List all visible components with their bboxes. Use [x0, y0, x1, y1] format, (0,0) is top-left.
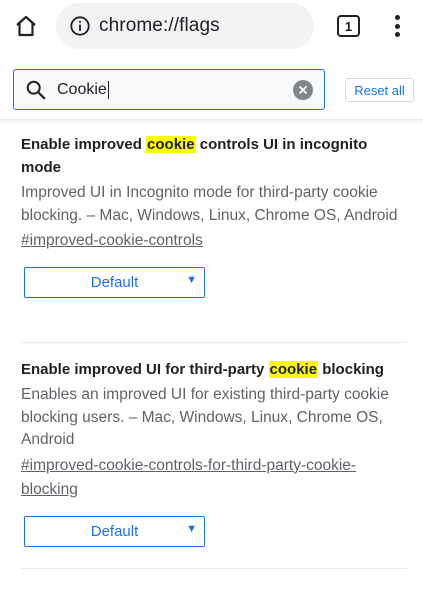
search-highlight: cookie: [268, 361, 319, 378]
experiment-permalink[interactable]: #improved-cookie-controls-for-third-part…: [21, 454, 407, 502]
home-icon: [16, 15, 36, 37]
search-query[interactable]: Cookie: [57, 80, 109, 99]
search-highlight: cookie: [146, 136, 196, 153]
select-value: Default: [90, 274, 139, 291]
text-caret: [107, 80, 109, 99]
experiment-state-select[interactable]: Default ▼: [24, 515, 205, 547]
url-text: chrome://flags: [99, 15, 220, 36]
experiment-description: Improved UI in Incognito mode for third-…: [21, 184, 398, 224]
experiment-permalink[interactable]: #improved-cookie-controls: [21, 229, 407, 253]
experiment-state-select[interactable]: Default ▼: [24, 267, 205, 298]
select-value: Default: [90, 522, 139, 540]
browser-toolbar: chrome://flags 1: [0, 0, 423, 52]
dropdown-arrow-icon: ▼: [186, 522, 197, 535]
search-icon: [26, 80, 46, 99]
search-query-text: Cookie: [57, 80, 107, 98]
close-icon: [298, 85, 308, 95]
search-input[interactable]: Cookie: [13, 69, 325, 110]
experiment-item: Enable improved cookie controls UI in in…: [21, 133, 407, 298]
info-icon[interactable]: [69, 15, 91, 37]
experiment-description: Enables an improved UI for existing thir…: [21, 386, 389, 448]
dropdown-arrow-icon: ▼: [186, 274, 197, 286]
tab-count: 1: [344, 18, 353, 34]
divider: [21, 342, 407, 343]
clear-icon[interactable]: [293, 80, 313, 100]
address-bar[interactable]: chrome://flags: [56, 3, 314, 49]
experiment-title: Enable improved cookie controls UI in in…: [21, 136, 368, 176]
more-vert-icon[interactable]: [387, 13, 407, 39]
reset-all-button[interactable]: Reset all: [345, 78, 414, 102]
divider: [21, 568, 407, 569]
home-button[interactable]: [12, 12, 40, 40]
experiment-item: Enable improved UI for third-party cooki…: [21, 358, 407, 547]
tab-switcher-button[interactable]: 1: [337, 15, 360, 37]
flags-search-header: Cookie Reset all: [0, 60, 423, 120]
experiment-title: Enable improved UI for third-party cooki…: [21, 361, 384, 378]
